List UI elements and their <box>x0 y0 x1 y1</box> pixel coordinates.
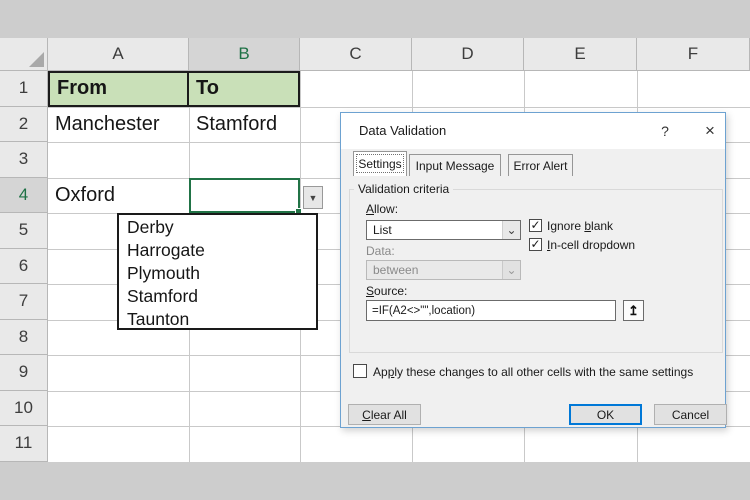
cell-a1[interactable]: From <box>48 71 189 107</box>
cell-a4[interactable]: Oxford <box>48 178 189 214</box>
cell-b1[interactable]: To <box>189 71 300 107</box>
row-header-5[interactable]: 5 <box>0 213 48 249</box>
dialog-titlebar[interactable]: Data Validation ? × <box>341 113 725 149</box>
column-header-e[interactable]: E <box>524 38 637 71</box>
select-all-triangle-icon <box>29 52 44 67</box>
list-item[interactable]: Derby <box>119 216 316 239</box>
list-item[interactable]: Stamford <box>119 285 316 308</box>
collapse-dialog-icon: ↥ <box>628 302 639 318</box>
ignore-blank-label[interactable]: Ignore blank <box>547 219 613 233</box>
ok-button[interactable]: OK <box>569 404 642 425</box>
data-value: between <box>373 263 419 277</box>
chevron-down-icon: ⌄ <box>502 261 520 279</box>
letterbox-top <box>0 0 750 38</box>
apply-all-label[interactable]: Apply these changes to all other cells w… <box>373 365 693 379</box>
row-header-8[interactable]: 8 <box>0 319 48 355</box>
row-header-6[interactable]: 6 <box>0 248 48 284</box>
allow-value: List <box>373 223 392 237</box>
help-icon[interactable]: ? <box>656 113 674 149</box>
in-cell-dropdown-button[interactable]: ▼ <box>303 186 323 209</box>
ignore-blank-checkbox[interactable]: ✓ <box>529 219 542 232</box>
tab-input-message[interactable]: Input Message <box>409 154 501 176</box>
allow-combobox[interactable]: List ⌄ <box>366 220 521 240</box>
chevron-down-icon[interactable]: ⌄ <box>502 221 520 239</box>
column-header-b[interactable]: B <box>189 38 300 71</box>
cell-b2[interactable]: Stamford <box>189 107 300 143</box>
source-input[interactable] <box>366 300 616 321</box>
validation-dropdown-list: Derby Harrogate Plymouth Stamford Taunto… <box>117 213 318 330</box>
cell-a2[interactable]: Manchester <box>48 107 189 143</box>
selected-cell-b4[interactable] <box>189 177 302 215</box>
apply-all-checkbox[interactable] <box>353 364 367 378</box>
row-header-2[interactable]: 2 <box>0 106 48 142</box>
collapse-dialog-button[interactable]: ↥ <box>623 300 644 321</box>
in-cell-dropdown-checkbox[interactable]: ✓ <box>529 238 542 251</box>
row-header-10[interactable]: 10 <box>0 390 48 426</box>
close-icon[interactable]: × <box>698 113 722 149</box>
row-header-7[interactable]: 7 <box>0 284 48 320</box>
data-validation-dialog: Data Validation ? × Settings Input Messa… <box>340 112 727 428</box>
column-header-d[interactable]: D <box>412 38 524 71</box>
data-combobox: between ⌄ <box>366 260 521 280</box>
dialog-title: Data Validation <box>359 123 447 138</box>
row-header-3[interactable]: 3 <box>0 142 48 178</box>
letterbox-bottom <box>0 461 750 500</box>
list-item[interactable]: Harrogate <box>119 239 316 262</box>
source-label: Source: <box>366 284 408 298</box>
in-cell-dropdown-label[interactable]: In-cell dropdown <box>547 238 635 252</box>
column-header-f[interactable]: F <box>637 38 750 71</box>
cancel-button[interactable]: Cancel <box>654 404 727 425</box>
dropdown-arrow-icon: ▼ <box>308 192 318 203</box>
list-item[interactable]: Taunton <box>119 308 316 331</box>
column-header-c[interactable]: C <box>300 38 412 71</box>
row-header-4[interactable]: 4 <box>0 177 48 213</box>
tab-settings[interactable]: Settings <box>353 151 407 176</box>
select-all-corner[interactable] <box>0 38 48 71</box>
clear-all-button[interactable]: Clear All <box>348 404 421 425</box>
row-header-1[interactable]: 1 <box>0 71 48 107</box>
tab-error-alert[interactable]: Error Alert <box>508 154 573 176</box>
row-header-11[interactable]: 11 <box>0 426 48 462</box>
data-label: Data: <box>366 244 395 258</box>
validation-criteria-label: Validation criteria <box>354 182 454 196</box>
allow-label: Allow: <box>366 202 399 216</box>
row-header-9[interactable]: 9 <box>0 355 48 391</box>
column-header-a[interactable]: A <box>48 38 189 71</box>
list-item[interactable]: Plymouth <box>119 262 316 285</box>
